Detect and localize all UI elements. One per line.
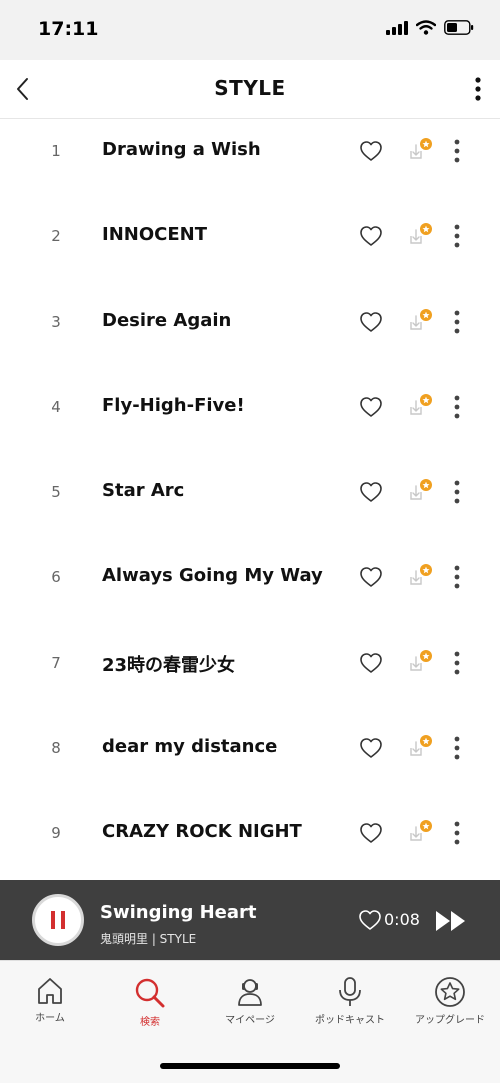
download-icon[interactable] xyxy=(402,222,434,252)
heart-icon[interactable] xyxy=(359,480,383,504)
tab-label: ポッドキャスト xyxy=(315,1015,385,1026)
track-title[interactable]: CRAZY ROCK NIGHT xyxy=(102,821,302,842)
pause-icon xyxy=(51,911,65,929)
track-list: 1 Drawing a Wish 2 INNOCENT 3 Desire Aga… xyxy=(0,108,500,876)
heart-icon[interactable] xyxy=(359,565,383,589)
track-title[interactable]: Always Going My Way xyxy=(102,565,323,586)
wifi-icon xyxy=(416,20,436,35)
track-row[interactable]: 5 Star Arc xyxy=(0,449,500,534)
track-row[interactable]: 8 dear my distance xyxy=(0,705,500,790)
tab-label: アップグレード xyxy=(415,1015,485,1026)
download-icon[interactable] xyxy=(402,137,434,167)
skip-forward-icon[interactable] xyxy=(434,908,470,934)
page-title: STYLE xyxy=(214,76,286,100)
row-more-icon[interactable] xyxy=(450,564,464,590)
track-title[interactable]: INNOCENT xyxy=(102,224,207,245)
home-indicator xyxy=(160,1063,340,1069)
track-row[interactable]: 7 23時の春雷少女 xyxy=(0,620,500,705)
heart-icon[interactable] xyxy=(359,139,383,163)
track-row[interactable]: 2 INNOCENT xyxy=(0,193,500,278)
track-title[interactable]: 23時の春雷少女 xyxy=(102,651,235,677)
tab-label: 検索 xyxy=(140,1017,160,1028)
track-number: 3 xyxy=(51,312,61,331)
download-icon[interactable] xyxy=(402,819,434,849)
search-icon xyxy=(135,978,165,1008)
status-time: 17:11 xyxy=(38,18,99,40)
track-number: 1 xyxy=(51,142,61,160)
track-number: 4 xyxy=(51,397,61,416)
status-bar: 17:11 xyxy=(0,0,500,60)
track-title[interactable]: dear my distance xyxy=(102,736,277,757)
row-more-icon[interactable] xyxy=(450,820,464,846)
row-more-icon[interactable] xyxy=(450,479,464,505)
tab-upgrade[interactable]: アップグレード xyxy=(400,975,500,1026)
header-more-button[interactable] xyxy=(468,74,488,104)
more-vertical-icon xyxy=(475,77,481,101)
download-icon[interactable] xyxy=(402,734,434,764)
row-more-icon[interactable] xyxy=(450,650,464,676)
track-number: 5 xyxy=(51,483,61,502)
track-row[interactable]: 6 Always Going My Way xyxy=(0,534,500,619)
track-number: 8 xyxy=(51,739,61,758)
now-playing-title: Swinging Heart xyxy=(100,902,257,923)
pause-button[interactable] xyxy=(32,894,84,946)
heart-icon[interactable] xyxy=(359,821,383,845)
row-more-icon[interactable] xyxy=(450,309,464,335)
tab-label: ホーム xyxy=(35,1013,65,1024)
track-title[interactable]: Desire Again xyxy=(102,310,231,331)
track-row[interactable]: 3 Desire Again xyxy=(0,279,500,364)
track-number: 2 xyxy=(51,227,61,246)
track-number: 7 xyxy=(51,653,61,672)
track-title[interactable]: Fly-High-Five! xyxy=(102,395,245,416)
track-number: 6 xyxy=(51,568,61,587)
tab-label: マイページ xyxy=(225,1015,275,1026)
heart-icon[interactable] xyxy=(359,224,383,248)
download-icon[interactable] xyxy=(402,649,434,679)
track-title[interactable]: Drawing a Wish xyxy=(102,139,261,160)
tab-mypage[interactable]: マイページ xyxy=(200,975,300,1026)
person-icon xyxy=(238,979,262,1006)
track-row[interactable]: 9 CRAZY ROCK NIGHT xyxy=(0,790,500,875)
status-icons xyxy=(386,20,474,35)
track-row[interactable]: 1 Drawing a Wish xyxy=(0,108,500,193)
download-icon[interactable] xyxy=(402,563,434,593)
download-icon[interactable] xyxy=(402,478,434,508)
heart-icon[interactable] xyxy=(359,736,383,760)
download-icon[interactable] xyxy=(402,393,434,423)
row-more-icon[interactable] xyxy=(450,223,464,249)
star-icon xyxy=(435,977,465,1007)
mini-player[interactable]: Swinging Heart 鬼頭明里 | STYLE 0:08 xyxy=(0,880,500,960)
signal-icon xyxy=(386,20,408,35)
tab-search[interactable]: 検索 xyxy=(100,975,200,1028)
track-number: 9 xyxy=(51,824,61,843)
row-more-icon[interactable] xyxy=(450,735,464,761)
microphone-icon xyxy=(339,977,361,1006)
track-title[interactable]: Star Arc xyxy=(102,480,184,501)
tab-home[interactable]: ホーム xyxy=(0,975,100,1024)
home-icon xyxy=(38,978,62,1004)
now-playing-artist: 鬼頭明里 | STYLE xyxy=(100,932,197,946)
row-more-icon[interactable] xyxy=(450,394,464,420)
now-playing-time: 0:08 xyxy=(384,910,420,929)
row-more-icon[interactable] xyxy=(450,138,464,164)
tab-podcast[interactable]: ポッドキャスト xyxy=(300,975,400,1026)
track-row[interactable]: 4 Fly-High-Five! xyxy=(0,364,500,449)
download-icon[interactable] xyxy=(402,308,434,338)
heart-icon[interactable] xyxy=(359,395,383,419)
heart-icon[interactable] xyxy=(359,651,383,675)
heart-icon[interactable] xyxy=(358,908,382,932)
battery-icon xyxy=(444,20,474,35)
heart-icon[interactable] xyxy=(359,310,383,334)
